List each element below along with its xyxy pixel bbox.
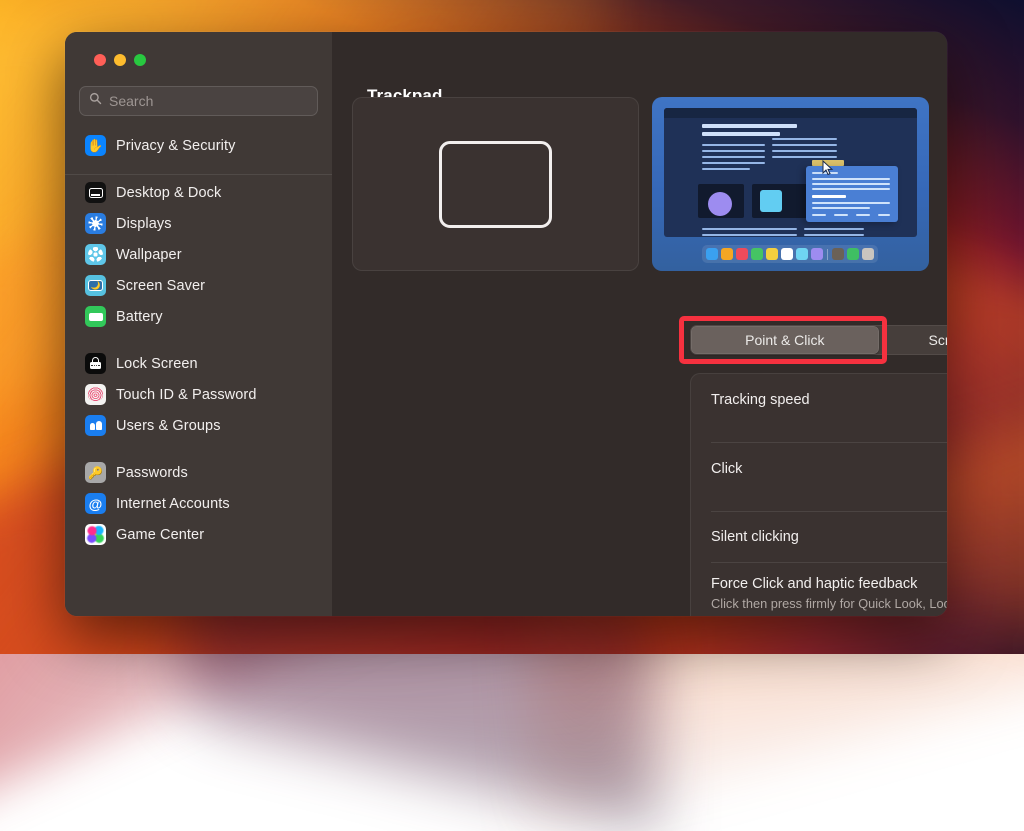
trackpad-outline-icon — [439, 141, 552, 228]
sidebar-group-gap — [77, 332, 320, 348]
search-field[interactable]: Search — [79, 86, 318, 116]
close-button[interactable] — [94, 54, 106, 66]
displays-icon — [85, 213, 106, 234]
game-center-icon — [85, 524, 106, 545]
sidebar-item-desktop-dock[interactable]: Desktop & Dock — [77, 177, 320, 208]
users-groups-icon — [85, 415, 106, 436]
sidebar-item-label: Touch ID & Password — [116, 387, 257, 403]
privacy-hand-icon: ✋ — [85, 135, 106, 156]
sidebar-item-touch-id[interactable]: Touch ID & Password — [77, 379, 320, 410]
sidebar-divider — [65, 174, 332, 175]
sidebar-item-label: Game Center — [116, 527, 204, 543]
screen-saver-icon: 🌙 — [85, 275, 106, 296]
sidebar-item-label: Lock Screen — [116, 356, 198, 372]
sidebar-item-label: Users & Groups — [116, 418, 221, 434]
sidebar-item-label: Desktop & Dock — [116, 185, 221, 201]
internet-accounts-icon: @ — [85, 493, 106, 514]
setting-label: Silent clicking — [711, 529, 947, 545]
sidebar-item-label: Screen Saver — [116, 278, 205, 294]
passwords-key-icon: 🔑 — [85, 462, 106, 483]
lock-screen-icon — [85, 353, 106, 374]
sidebar-item-label: Battery — [116, 309, 163, 325]
sidebar-nav: ✋ Privacy & Security Desktop & Dock Disp… — [77, 130, 320, 550]
sidebar-item-game-center[interactable]: Game Center — [77, 519, 320, 550]
sidebar-item-privacy-security[interactable]: ✋ Privacy & Security — [77, 130, 320, 161]
zoom-button[interactable] — [134, 54, 146, 66]
search-placeholder: Search — [109, 93, 153, 109]
wallpaper-icon — [85, 244, 106, 265]
tab-label: Point & Click — [745, 332, 824, 348]
setting-tracking-speed: Tracking speed — [691, 374, 947, 442]
window-controls — [77, 32, 320, 66]
search-icon — [89, 92, 102, 110]
sidebar-item-wallpaper[interactable]: Wallpaper — [77, 239, 320, 270]
sidebar-item-label: Internet Accounts — [116, 496, 230, 512]
preview-row — [352, 97, 929, 271]
demo-window-titlebar — [664, 108, 917, 118]
demo-floating-window — [806, 166, 898, 222]
settings-card: Tracking speed — [690, 373, 947, 616]
setting-label: Force Click and haptic feedback — [711, 576, 947, 592]
sidebar: Search ✋ Privacy & Security Desktop & Do… — [65, 32, 332, 616]
setting-label: Tracking speed — [711, 374, 947, 408]
sidebar-item-lock-screen[interactable]: Lock Screen — [77, 348, 320, 379]
demo-dock — [702, 245, 878, 263]
setting-silent-clicking: Silent clicking — [691, 512, 947, 562]
sidebar-item-label: Wallpaper — [116, 247, 182, 263]
battery-icon — [85, 306, 106, 327]
demo-desktop — [664, 108, 917, 237]
tab-point-and-click[interactable]: Point & Click — [691, 326, 879, 354]
sidebar-group-gap — [77, 441, 320, 457]
sidebar-item-label: Displays — [116, 216, 172, 232]
sidebar-item-label: Privacy & Security — [116, 138, 235, 154]
tab-bar: Point & Click Scroll & Zoom More Gesture… — [690, 325, 947, 355]
minimize-button[interactable] — [114, 54, 126, 66]
desktop-dock-icon — [85, 182, 106, 203]
touch-id-icon — [85, 384, 106, 405]
sidebar-item-users-groups[interactable]: Users & Groups — [77, 410, 320, 441]
tab-scroll-and-zoom[interactable]: Scroll & Zoom — [879, 326, 947, 354]
trackpad-preview-card — [352, 97, 639, 271]
sidebar-item-internet-accounts[interactable]: @ Internet Accounts — [77, 488, 320, 519]
demo-square — [760, 190, 782, 212]
demo-circle — [708, 192, 732, 216]
sidebar-item-battery[interactable]: Battery — [77, 301, 320, 332]
sidebar-item-displays[interactable]: Displays — [77, 208, 320, 239]
setting-description: Click then press firmly for Quick Look, … — [711, 595, 947, 616]
system-settings-window: Search ✋ Privacy & Security Desktop & Do… — [65, 32, 947, 616]
sidebar-item-passwords[interactable]: 🔑 Passwords — [77, 457, 320, 488]
setting-force-click: Force Click and haptic feedback Click th… — [691, 563, 947, 616]
gesture-demo-preview — [652, 97, 929, 271]
tab-label: Scroll & Zoom — [929, 332, 947, 348]
main-content: Trackpad — [332, 32, 947, 616]
setting-label: Click — [711, 443, 947, 477]
sidebar-item-screen-saver[interactable]: 🌙 Screen Saver — [77, 270, 320, 301]
sidebar-item-label: Passwords — [116, 465, 188, 481]
setting-click: Click Light Medium Firm — [691, 443, 947, 511]
